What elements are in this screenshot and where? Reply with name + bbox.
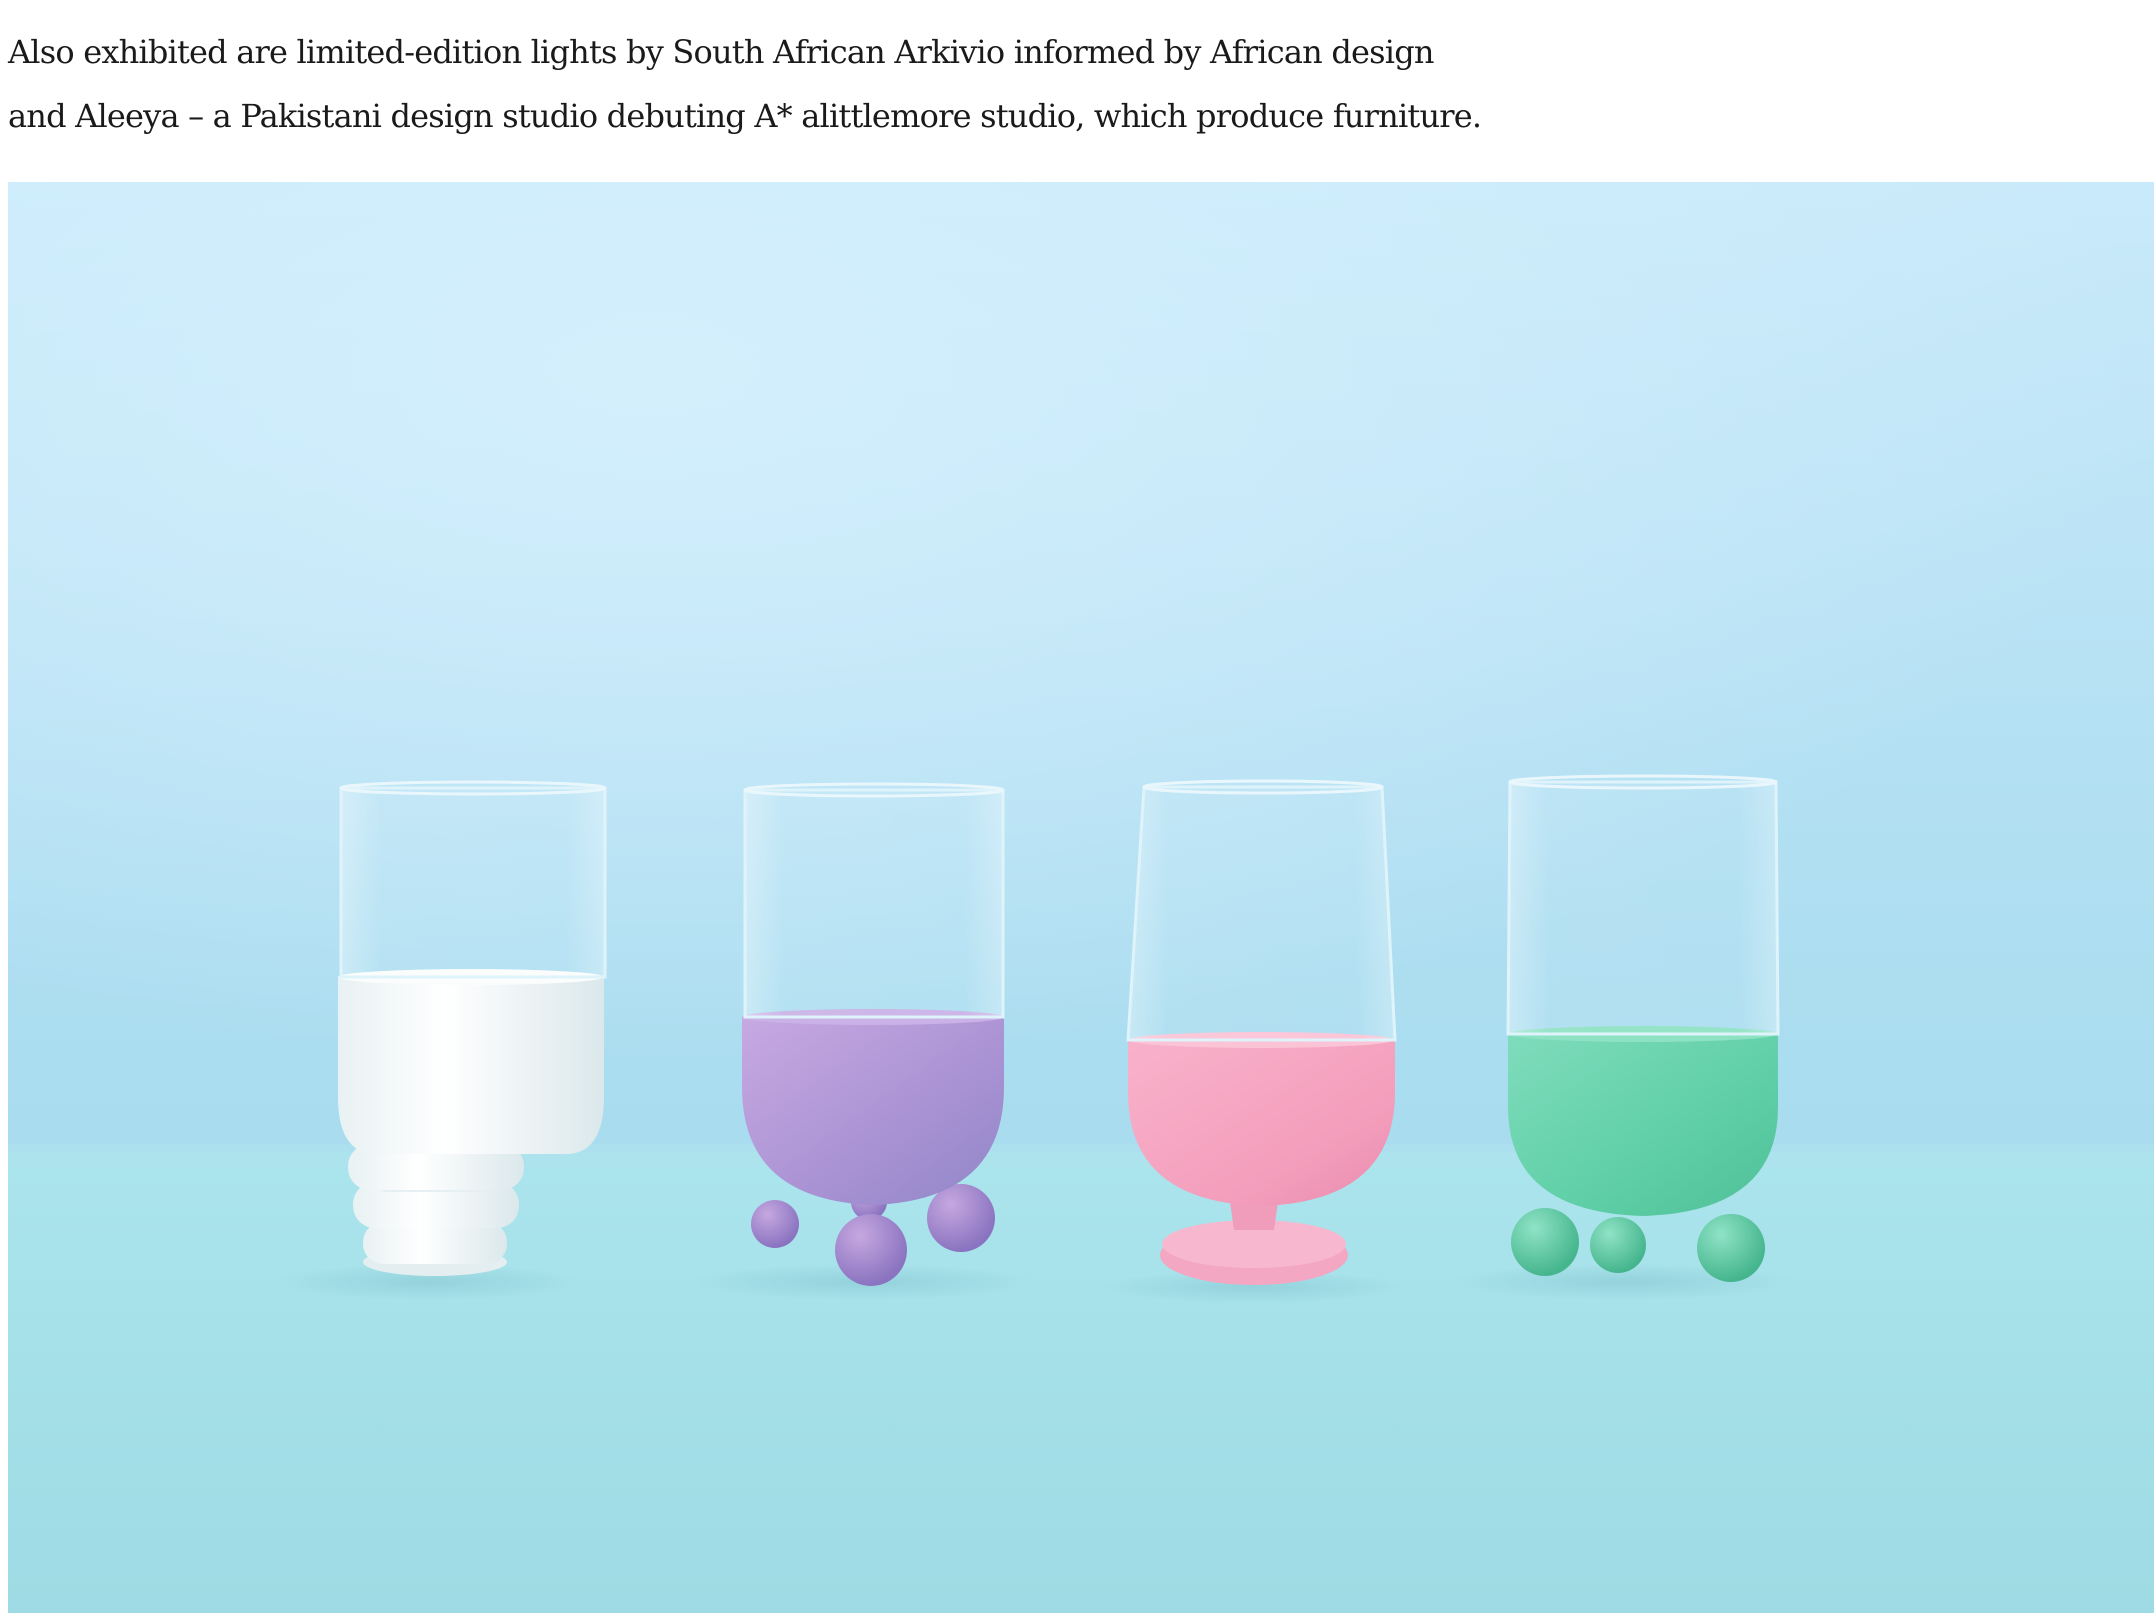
backdrop-floor: [8, 1152, 2154, 1613]
article-photo: [8, 182, 2154, 1613]
lilac-ball-feet-glass: [742, 782, 1005, 1286]
paragraph-line-2: and Aleeya – a Pakistani design studio d…: [8, 97, 1482, 135]
floor-seam: [8, 1144, 2154, 1168]
article-paragraph: Also exhibited are limited-edition light…: [8, 20, 2148, 148]
photo-illustration: [8, 182, 2154, 1613]
backdrop-glow: [8, 182, 2154, 1162]
paragraph-line-1: Also exhibited are limited-edition light…: [8, 33, 1435, 71]
